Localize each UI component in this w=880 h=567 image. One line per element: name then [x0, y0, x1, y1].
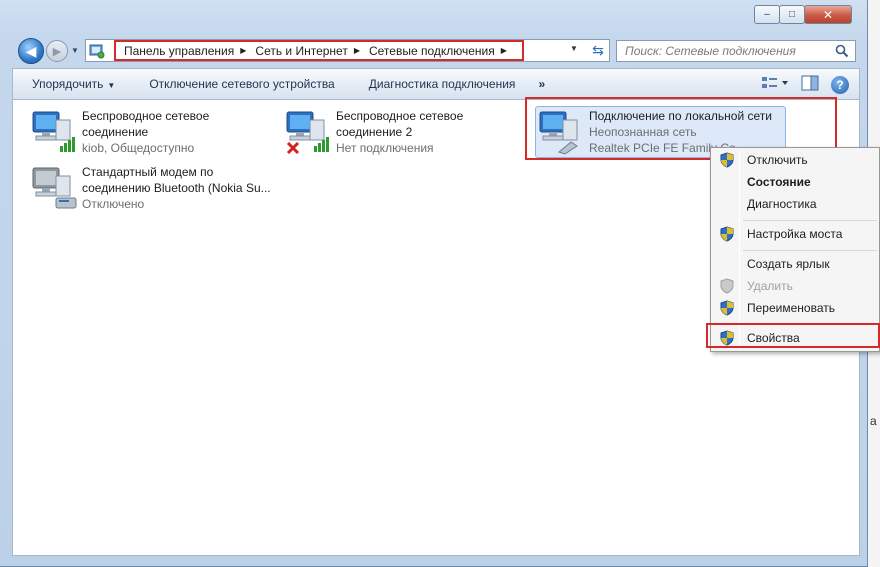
- search-input[interactable]: Поиск: Сетевые подключения: [616, 40, 856, 62]
- view-options-icon[interactable]: [761, 75, 789, 94]
- address-dropdown-icon[interactable]: ▼: [570, 44, 578, 53]
- view-controls: ?: [761, 75, 849, 94]
- uac-shield-icon: [719, 226, 735, 245]
- menu-item-disable[interactable]: Отключить: [711, 149, 879, 171]
- connection-name: соединение 2: [336, 125, 413, 139]
- maximize-button[interactable]: □: [779, 5, 805, 24]
- context-menu: Отключить Состояние Диагностика Настройк…: [710, 147, 880, 352]
- uac-shield-icon: [719, 300, 735, 319]
- menu-item-label: Отключить: [747, 153, 808, 167]
- caption-buttons: – □ ✕: [754, 5, 852, 25]
- search-icon[interactable]: [835, 44, 849, 61]
- diagnose-connection-button[interactable]: Диагностика подключения: [350, 77, 531, 91]
- connection-name: Стандартный модем по: [82, 165, 214, 179]
- menu-item-label: Переименовать: [747, 301, 835, 315]
- menu-item-create-shortcut[interactable]: Создать ярлык: [711, 253, 879, 275]
- connection-name: Подключение по локальной сети: [589, 109, 772, 123]
- connection-status: Отключено: [82, 197, 145, 211]
- organize-button[interactable]: Упорядочить ▼: [13, 77, 130, 91]
- list-item-wireless-2[interactable]: Беспроводное сетевое соединение 2 Нет по…: [284, 108, 463, 156]
- menu-item-status[interactable]: Состояние: [711, 171, 879, 193]
- menu-item-label: Настройка моста: [747, 227, 843, 241]
- connection-status: Нет подключения: [336, 141, 434, 155]
- breadcrumb-arrow-icon[interactable]: ▶: [501, 46, 507, 55]
- connection-name: соединение: [82, 125, 149, 139]
- menu-separator: [743, 220, 877, 221]
- more-commands-button[interactable]: »: [530, 77, 545, 91]
- wireless-network-disconnected-icon: [284, 108, 336, 156]
- menu-item-label: Состояние: [747, 175, 811, 189]
- list-item-wireless[interactable]: Беспроводное сетевое соединение kiob, Об…: [30, 108, 209, 156]
- connection-name: Беспроводное сетевое: [336, 109, 464, 123]
- disable-device-button[interactable]: Отключение сетевого устройства: [130, 77, 349, 91]
- search-placeholder: Поиск: Сетевые подключения: [625, 44, 796, 58]
- menu-item-rename[interactable]: Переименовать: [711, 297, 879, 319]
- breadcrumb-control-panel[interactable]: Панель управления: [124, 44, 234, 58]
- breadcrumb-network-connections[interactable]: Сетевые подключения: [369, 44, 495, 58]
- background-text: а: [870, 414, 877, 428]
- organize-label: Упорядочить: [32, 77, 104, 91]
- menu-item-label: Диагностика: [747, 197, 817, 211]
- list-item-bluetooth-modem[interactable]: Стандартный модем по соединению Bluetoot…: [30, 164, 271, 212]
- close-button[interactable]: ✕: [804, 5, 852, 24]
- menu-item-label: Удалить: [747, 279, 793, 293]
- menu-item-delete[interactable]: Удалить: [711, 275, 879, 297]
- breadcrumb-network-internet[interactable]: Сеть и Интернет: [255, 44, 347, 58]
- menu-separator: [743, 250, 877, 251]
- connection-status: Неопознанная сеть: [589, 125, 697, 139]
- refresh-icon[interactable]: ⇆: [587, 40, 609, 61]
- menu-item-bridge[interactable]: Настройка моста: [711, 223, 879, 245]
- connection-status: kiob, Общедоступно: [82, 141, 195, 155]
- forward-button[interactable]: ▶: [46, 40, 68, 62]
- menu-item-diagnose[interactable]: Диагностика: [711, 193, 879, 215]
- preview-pane-icon[interactable]: [801, 75, 819, 94]
- uac-shield-disabled-icon: [719, 278, 735, 297]
- breadcrumb: Панель управления ▶ Сеть и Интернет ▶ Се…: [114, 40, 524, 61]
- command-bar: Упорядочить ▼ Отключение сетевого устройс…: [12, 68, 860, 100]
- minimize-button[interactable]: –: [754, 5, 780, 24]
- control-panel-icon: [86, 41, 108, 61]
- help-icon[interactable]: ?: [831, 75, 849, 94]
- chevron-down-icon: ▼: [107, 81, 116, 90]
- back-button[interactable]: ◀: [18, 38, 44, 64]
- annotation-box-properties: [706, 323, 880, 348]
- breadcrumb-arrow-icon[interactable]: ▶: [240, 46, 246, 55]
- menu-item-label: Создать ярлык: [747, 257, 830, 271]
- wireless-network-icon: [30, 108, 82, 156]
- connection-name: соединению Bluetooth (Nokia Su...: [82, 181, 271, 195]
- ethernet-network-icon: [537, 108, 589, 156]
- modem-icon: [30, 164, 82, 212]
- connection-name: Беспроводное сетевое: [82, 109, 210, 123]
- recent-pages-dropdown-icon[interactable]: ▼: [71, 46, 79, 55]
- breadcrumb-arrow-icon[interactable]: ▶: [354, 46, 360, 55]
- address-bar[interactable]: Панель управления ▶ Сеть и Интернет ▶ Се…: [85, 39, 610, 62]
- uac-shield-icon: [719, 152, 735, 171]
